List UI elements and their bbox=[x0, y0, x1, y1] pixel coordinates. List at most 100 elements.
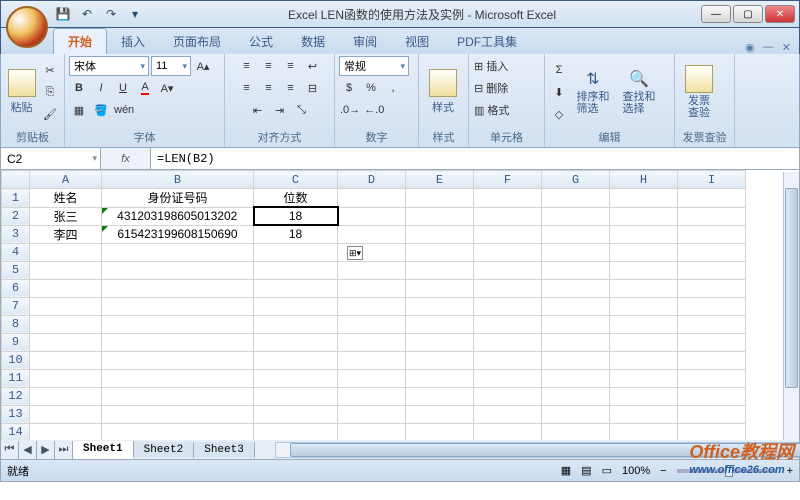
maximize-button[interactable]: ▢ bbox=[733, 5, 763, 23]
cell[interactable] bbox=[474, 297, 542, 315]
sheet-nav-next-icon[interactable]: ▶ bbox=[37, 441, 55, 459]
cell[interactable] bbox=[474, 207, 542, 225]
cell[interactable] bbox=[610, 225, 678, 243]
cell[interactable] bbox=[254, 405, 338, 423]
tab-view[interactable]: 视图 bbox=[391, 29, 443, 54]
cell[interactable] bbox=[406, 297, 474, 315]
cell[interactable] bbox=[542, 333, 610, 351]
cell[interactable] bbox=[406, 333, 474, 351]
decrease-decimal-icon[interactable]: ←.0 bbox=[363, 100, 385, 120]
tab-data[interactable]: 数据 bbox=[287, 29, 339, 54]
cell[interactable] bbox=[610, 405, 678, 423]
cell[interactable] bbox=[542, 225, 610, 243]
cell[interactable] bbox=[338, 225, 406, 243]
cell[interactable] bbox=[102, 297, 254, 315]
font-size-combo[interactable]: 11 bbox=[151, 56, 191, 76]
cell[interactable] bbox=[254, 387, 338, 405]
cell[interactable] bbox=[254, 369, 338, 387]
cell[interactable]: 身份证号码 bbox=[102, 189, 254, 208]
cell[interactable] bbox=[474, 369, 542, 387]
indent-inc-icon[interactable]: ⇥ bbox=[270, 100, 290, 120]
cell[interactable] bbox=[102, 423, 254, 440]
cell[interactable] bbox=[474, 225, 542, 243]
cell[interactable] bbox=[610, 261, 678, 279]
sheet-tab[interactable]: Sheet2 bbox=[134, 442, 195, 458]
cell[interactable] bbox=[474, 405, 542, 423]
row-header[interactable]: 7 bbox=[2, 297, 30, 315]
cell[interactable] bbox=[254, 297, 338, 315]
fill-icon[interactable]: ⬇ bbox=[549, 82, 569, 102]
cell[interactable] bbox=[610, 207, 678, 225]
tab-formulas[interactable]: 公式 bbox=[235, 29, 287, 54]
row-header[interactable]: 14 bbox=[2, 423, 30, 440]
cell[interactable] bbox=[406, 405, 474, 423]
cell[interactable] bbox=[610, 369, 678, 387]
cell[interactable] bbox=[610, 297, 678, 315]
bold-button[interactable]: B bbox=[69, 78, 89, 98]
cell[interactable] bbox=[338, 387, 406, 405]
cell[interactable] bbox=[102, 243, 254, 261]
cell[interactable] bbox=[30, 369, 102, 387]
row-header[interactable]: 5 bbox=[2, 261, 30, 279]
insert-cells-button[interactable]: ⊞ 插入 bbox=[473, 56, 537, 76]
cell[interactable] bbox=[542, 243, 610, 261]
cell[interactable] bbox=[338, 333, 406, 351]
row-header[interactable]: 9 bbox=[2, 333, 30, 351]
cell[interactable] bbox=[474, 243, 542, 261]
cell[interactable] bbox=[102, 279, 254, 297]
spreadsheet-grid[interactable]: A B C D E F G H I 1 姓名 身份证号码 位数 2 张三 431… bbox=[1, 170, 746, 440]
undo-icon[interactable]: ↶ bbox=[77, 4, 97, 24]
ribbon-close-icon[interactable]: ✕ bbox=[782, 41, 791, 54]
cell[interactable] bbox=[254, 351, 338, 369]
cell[interactable] bbox=[254, 315, 338, 333]
cell[interactable] bbox=[542, 405, 610, 423]
col-header-B[interactable]: B bbox=[102, 171, 254, 189]
select-all-corner[interactable] bbox=[2, 171, 30, 189]
vertical-scrollbar[interactable] bbox=[783, 172, 799, 440]
underline-button[interactable]: U bbox=[113, 78, 133, 98]
cell[interactable] bbox=[338, 405, 406, 423]
cell[interactable] bbox=[678, 279, 746, 297]
cell[interactable] bbox=[678, 405, 746, 423]
paste-button[interactable]: 粘贴 bbox=[5, 59, 38, 125]
align-top-icon[interactable]: ≡ bbox=[237, 56, 257, 76]
close-button[interactable]: ✕ bbox=[765, 5, 795, 23]
cell[interactable] bbox=[610, 333, 678, 351]
sheet-nav-prev-icon[interactable]: ◀ bbox=[19, 441, 37, 459]
cell[interactable] bbox=[610, 315, 678, 333]
cell[interactable] bbox=[30, 351, 102, 369]
row-header[interactable]: 13 bbox=[2, 405, 30, 423]
cell[interactable] bbox=[406, 387, 474, 405]
cell[interactable] bbox=[406, 261, 474, 279]
cell[interactable]: 李四 bbox=[30, 225, 102, 243]
minimize-button[interactable]: — bbox=[701, 5, 731, 23]
row-header[interactable]: 6 bbox=[2, 279, 30, 297]
sheet-nav-last-icon[interactable]: ⏭ bbox=[55, 441, 73, 459]
cell[interactable] bbox=[406, 351, 474, 369]
col-header-C[interactable]: C bbox=[254, 171, 338, 189]
cell[interactable] bbox=[542, 351, 610, 369]
row-header[interactable]: 2 bbox=[2, 207, 30, 225]
cell[interactable] bbox=[406, 279, 474, 297]
cell[interactable] bbox=[406, 423, 474, 440]
row-header[interactable]: 12 bbox=[2, 387, 30, 405]
cell[interactable] bbox=[338, 423, 406, 440]
cell[interactable]: 位数 bbox=[254, 189, 338, 208]
tab-review[interactable]: 审阅 bbox=[339, 29, 391, 54]
name-box[interactable]: C2 bbox=[1, 148, 101, 169]
cell[interactable] bbox=[542, 387, 610, 405]
cell[interactable]: 615423199608150690 bbox=[102, 225, 254, 243]
cell[interactable] bbox=[30, 333, 102, 351]
cell[interactable] bbox=[610, 387, 678, 405]
cell[interactable] bbox=[610, 243, 678, 261]
zoom-level[interactable]: 100% bbox=[622, 465, 650, 477]
cell[interactable] bbox=[406, 189, 474, 208]
invoice-button[interactable]: 发票 查验 bbox=[679, 59, 719, 125]
cell[interactable] bbox=[474, 351, 542, 369]
cell[interactable] bbox=[474, 279, 542, 297]
cell[interactable] bbox=[406, 225, 474, 243]
col-header-H[interactable]: H bbox=[610, 171, 678, 189]
redo-icon[interactable]: ↷ bbox=[101, 4, 121, 24]
view-layout-icon[interactable]: ▤ bbox=[581, 464, 591, 477]
sheet-tab[interactable]: Sheet1 bbox=[73, 441, 134, 459]
